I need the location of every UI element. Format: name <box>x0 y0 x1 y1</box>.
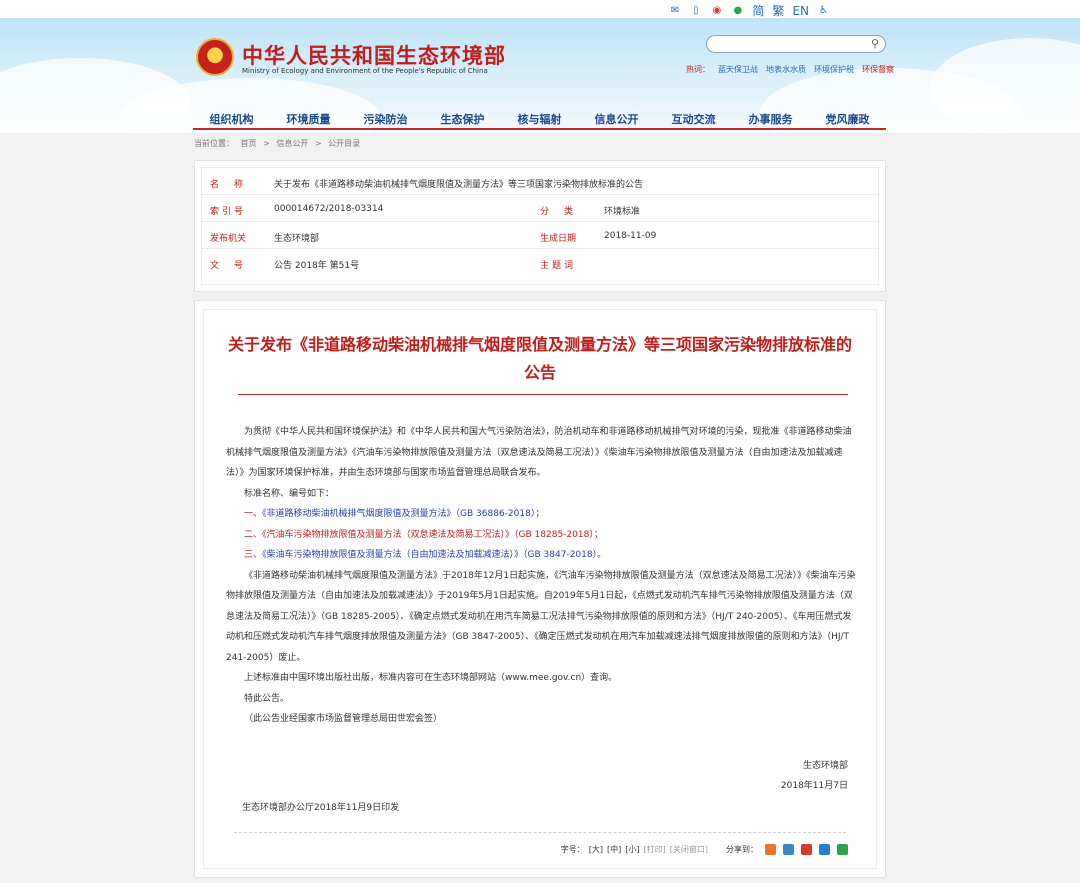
hot-word-link[interactable]: 地表水水质 <box>766 64 806 75</box>
article-title: 关于发布《非道路移动柴油机械排气烟度限值及测量方法》等三项国家污染物排放标准的公… <box>227 335 852 382</box>
weibo-icon[interactable]: ◉ <box>710 5 723 17</box>
national-emblem-logo[interactable] <box>196 38 234 76</box>
top-links: ✉ ▯ ◉ ● 简 繁 EN ♿ <box>668 2 830 19</box>
nav-item-services[interactable]: 办事服务 <box>749 111 793 127</box>
accessibility-icon[interactable]: ♿ <box>817 5 830 17</box>
top-utility-bar: ✉ ▯ ◉ ● 简 繁 EN ♿ <box>0 0 1080 18</box>
print-button[interactable]: [打印] <box>644 844 666 855</box>
hot-word-link[interactable]: 环境保护税 <box>814 64 854 75</box>
meta-issuer-label: 发布机关 <box>210 234 247 244</box>
meta-row-docno: 文 号 公告 2018年 第51号 主题词 <box>202 249 878 275</box>
print-note: 生态环境部办公厅2018年11月9日印发 <box>242 803 400 813</box>
meta-category-label: 分 类 <box>540 207 577 217</box>
share-wechat-icon[interactable] <box>837 844 848 855</box>
hot-words-label: 热词： <box>686 65 710 74</box>
font-small-button[interactable]: [小] <box>625 844 639 855</box>
breadcrumb-sep: > <box>263 139 270 148</box>
article-body: 为贯彻《中华人民共和国环境保护法》和《中华人民共和国大气污染防治法》，防治机动车… <box>226 422 858 730</box>
search-box: ⚲ <box>706 35 886 57</box>
wechat-icon[interactable]: ● <box>731 5 744 17</box>
hot-word-link[interactable]: 蓝天保卫战 <box>718 64 758 75</box>
meta-docno-value: 公告 2018年 第51号 <box>274 261 360 271</box>
article-para-implementation: 《非道路移动柴油机械排气烟度限值及测量方法》于2018年12月1日起实施，《汽油… <box>226 570 856 663</box>
nav-item-info-disclosure[interactable]: 信息公开 <box>595 111 639 127</box>
article-tools: 字号： [大] [中] [小] [打印] [关闭窗口] 分享到： <box>561 844 848 855</box>
site-subtitle: Ministry of Ecology and Environment of t… <box>242 67 488 75</box>
font-medium-button[interactable]: [中] <box>607 844 621 855</box>
meta-index-value: 000014672/2018-03314 <box>274 204 384 214</box>
meta-name-label: 名 称 <box>210 180 247 190</box>
standards-list-label: 标准名称、编号如下： <box>244 488 335 499</box>
document-metadata-panel: 名 称 关于发布《非道路移动柴油机械排气烟度限值及测量方法》等三项国家污染物排放… <box>194 160 886 292</box>
standard-link-3[interactable]: 《柴油车污染物排放限值及测量方法（自由加速法及加载减速法）》 <box>262 550 523 560</box>
sign-date: 2018年11月7日 <box>780 781 848 791</box>
close-window-button[interactable]: [关闭窗口] <box>670 844 708 855</box>
standard-item-2: 二、《汽油车污染物排放限值及测量方法（双怠速法及简易工况法）》（GB 18285… <box>244 529 603 540</box>
search-icon[interactable]: ⚲ <box>871 37 879 50</box>
article-para-cosign: （此公告业经国家市场监督管理总局田世宏会签） <box>244 714 443 724</box>
main-nav: 组织机构 环境质量 污染防治 生态保护 核与辐射 信息公开 互动交流 办事服务 … <box>193 110 886 128</box>
share-label: 分享到： <box>726 845 758 854</box>
article-intro: 为贯彻《中华人民共和国环境保护法》和《中华人民共和国大气污染防治法》，防治机动车… <box>226 427 852 478</box>
nav-item-nuclear[interactable]: 核与辐射 <box>518 111 562 127</box>
article-panel: 关于发布《非道路移动柴油机械排气烟度限值及测量方法》等三项国家污染物排放标准的公… <box>194 300 886 878</box>
meta-row-issuer: 发布机关 生态环境部 生成日期 2018-11-09 <box>202 222 878 249</box>
hot-word-link[interactable]: 环保督察 <box>862 64 894 75</box>
mail-icon[interactable]: ✉ <box>668 5 681 17</box>
share-weibo-icon[interactable] <box>801 844 812 855</box>
hot-words: 热词： 蓝天保卫战 地表水水质 环境保护税 环保督察 <box>686 64 894 75</box>
article-para-publication: 上述标准由中国环境出版社出版，标准内容可在生态环境部网站（www.mee.gov… <box>244 673 618 683</box>
standard-link-1[interactable]: 《非道路移动柴油机械排气烟度限值及测量方法》 <box>262 509 456 519</box>
search-input[interactable] <box>715 40 869 57</box>
breadcrumb-info[interactable]: 信息公开 <box>276 139 308 148</box>
breadcrumb-catalog[interactable]: 公开目录 <box>328 139 360 148</box>
meta-docno-label: 文 号 <box>210 261 247 271</box>
site-title[interactable]: 中华人民共和国生态环境部 <box>242 40 506 70</box>
share-tencent-icon[interactable] <box>783 844 794 855</box>
title-divider <box>238 394 848 395</box>
signer: 生态环境部 <box>802 761 848 771</box>
nav-item-party[interactable]: 党风廉政 <box>826 111 870 127</box>
nav-item-organization[interactable]: 组织机构 <box>210 111 254 127</box>
meta-index-label: 索引号 <box>210 207 247 217</box>
cloud-decoration <box>930 38 1080 133</box>
font-size-label: 字号： <box>560 845 585 854</box>
english-link[interactable]: EN <box>792 4 809 18</box>
nav-divider <box>193 128 886 130</box>
meta-issuer-value: 生态环境部 <box>274 234 320 244</box>
meta-row-index: 索引号 000014672/2018-03314 分 类 环境标准 <box>202 195 878 222</box>
meta-name-value: 关于发布《非道路移动柴油机械排气烟度限值及测量方法》等三项国家污染物排放标准的公… <box>274 180 644 190</box>
simplified-link[interactable]: 简 <box>752 2 764 19</box>
nav-item-pollution-control[interactable]: 污染防治 <box>364 111 408 127</box>
breadcrumb-sep: > <box>314 139 322 148</box>
meta-topic-label: 主题词 <box>540 261 577 271</box>
standard-item-1: 一、《非道路移动柴油机械排气烟度限值及测量方法》（GB 36886-2018）； <box>244 509 545 519</box>
breadcrumb-home[interactable]: 首页 <box>241 139 257 148</box>
mobile-icon[interactable]: ▯ <box>689 5 702 17</box>
standard-link-2[interactable]: 《汽油车污染物排放限值及测量方法（双怠速法及简易工况法）》 <box>262 530 514 540</box>
nav-item-environment-quality[interactable]: 环境质量 <box>287 111 331 127</box>
meta-category-value: 环境标准 <box>604 207 641 217</box>
font-large-button[interactable]: [大] <box>589 844 603 855</box>
traditional-link[interactable]: 繁 <box>772 2 784 19</box>
footer-divider <box>234 832 846 833</box>
article-para-closing: 特此公告。 <box>244 693 290 704</box>
nav-item-ecology[interactable]: 生态保护 <box>441 111 485 127</box>
breadcrumb-label: 当前位置： <box>194 139 234 148</box>
share-renren-icon[interactable] <box>819 844 830 855</box>
share-qzone-icon[interactable] <box>765 844 776 855</box>
meta-date-value: 2018-11-09 <box>604 231 657 241</box>
breadcrumb: 当前位置： 首页 > 信息公开 > 公开目录 <box>194 138 364 149</box>
meta-date-label: 生成日期 <box>540 234 577 244</box>
meta-row-name: 名 称 关于发布《非道路移动柴油机械排气烟度限值及测量方法》等三项国家污染物排放… <box>202 168 878 195</box>
standard-item-3: 三、《柴油车污染物排放限值及测量方法（自由加速法及加载减速法）》（GB 3847… <box>244 550 607 560</box>
nav-item-interaction[interactable]: 互动交流 <box>672 111 716 127</box>
